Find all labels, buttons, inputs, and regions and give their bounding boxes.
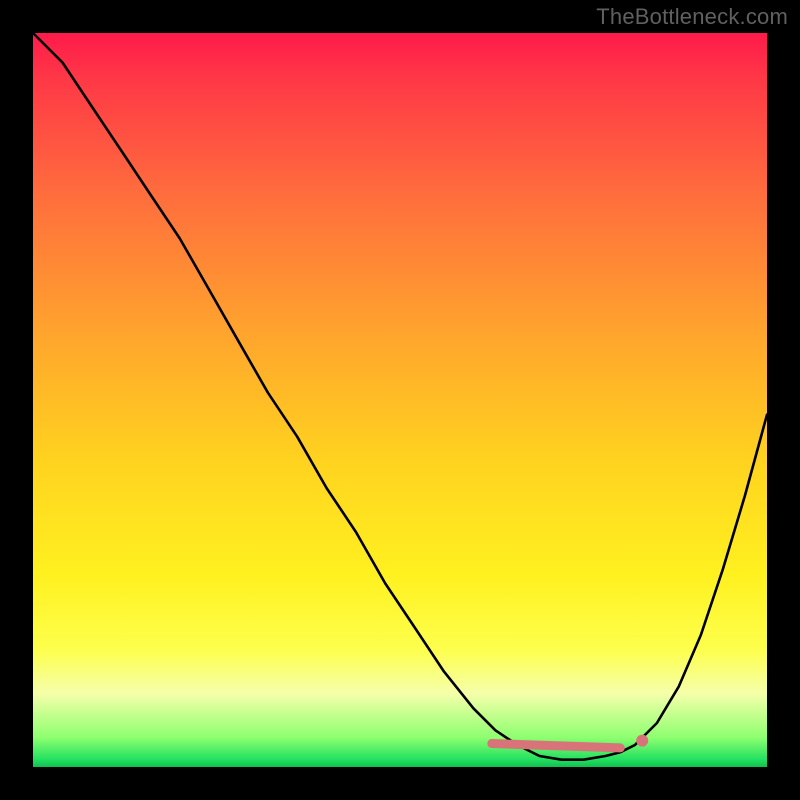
watermark-text: TheBottleneck.com — [596, 4, 788, 30]
chart-svg — [33, 33, 767, 767]
bottleneck-curve — [33, 33, 767, 760]
optimal-point-marker — [636, 735, 648, 747]
optimal-range-marker — [492, 744, 620, 748]
plot-area — [33, 33, 767, 767]
chart-frame: TheBottleneck.com — [0, 0, 800, 800]
